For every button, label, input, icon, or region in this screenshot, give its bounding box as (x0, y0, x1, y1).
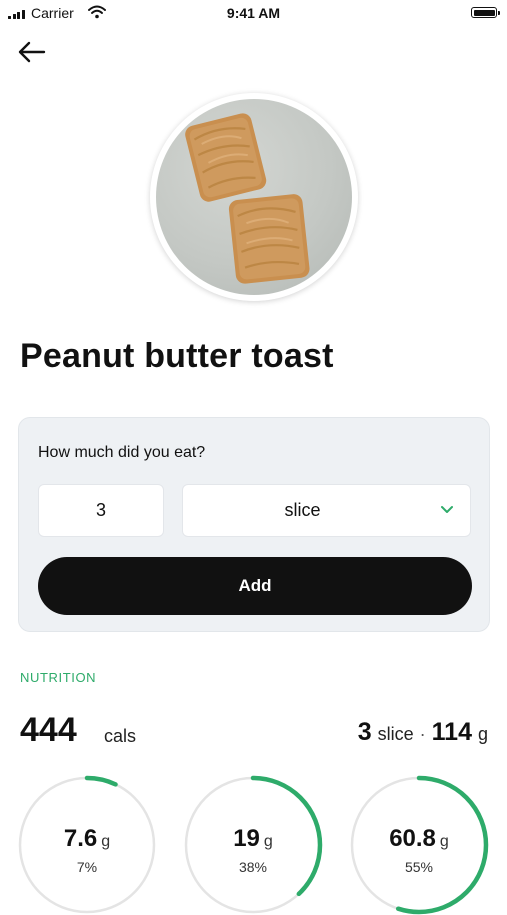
serving-weight-value: 114 (431, 718, 472, 746)
macro-amount-value: 19 (233, 825, 260, 852)
portion-card: How much did you eat? slice Add (18, 417, 490, 632)
status-bar: Carrier 9:41 AM (0, 0, 507, 28)
calories-value: 444 (20, 711, 77, 749)
macro-ring: 19 g 38% (183, 775, 323, 915)
serving-quantity: 3 (357, 718, 372, 746)
serving-summary: 3 slice · 114 g (358, 718, 488, 747)
macro-amount-unit: g (101, 833, 111, 850)
food-title: Peanut butter toast (20, 337, 334, 375)
serving-weight-unit: g (477, 724, 488, 744)
status-time: 9:41 AM (226, 5, 281, 21)
macro-percent: 7% (76, 859, 98, 875)
food-photo (156, 99, 352, 295)
unit-select[interactable]: slice (182, 484, 471, 537)
chevron-down-icon (441, 506, 453, 513)
portion-question: How much did you eat? (38, 444, 206, 461)
calories-unit: cals (104, 726, 137, 746)
back-arrow-icon (18, 41, 46, 63)
macro-amount-value: 60.8 (389, 825, 436, 852)
serving-separator: · (419, 724, 426, 744)
macro-ring: 60.8 g 55% (349, 775, 489, 915)
add-button[interactable]: Add (38, 557, 472, 615)
macro-amount-value: 7.6 (63, 825, 98, 852)
food-photo-frame (150, 93, 358, 301)
macro-amount-unit: g (263, 833, 273, 850)
macro-amount: 19 g (183, 825, 323, 853)
macro-ring: 7.6 g 7% (17, 775, 157, 915)
back-button[interactable] (14, 38, 48, 66)
serving-unit: slice (377, 724, 414, 744)
nutrition-section-label: NUTRITION (20, 670, 97, 685)
quantity-input[interactable] (38, 484, 164, 537)
macro-amount: 60.8 g (349, 825, 489, 853)
macro-amount: 7.6 g (17, 825, 157, 853)
unit-select-value: slice (284, 500, 321, 520)
macro-percent: 55% (404, 859, 434, 875)
macro-amount-unit: g (439, 833, 449, 850)
battery-icon (471, 7, 500, 18)
macro-percent: 38% (238, 859, 268, 875)
